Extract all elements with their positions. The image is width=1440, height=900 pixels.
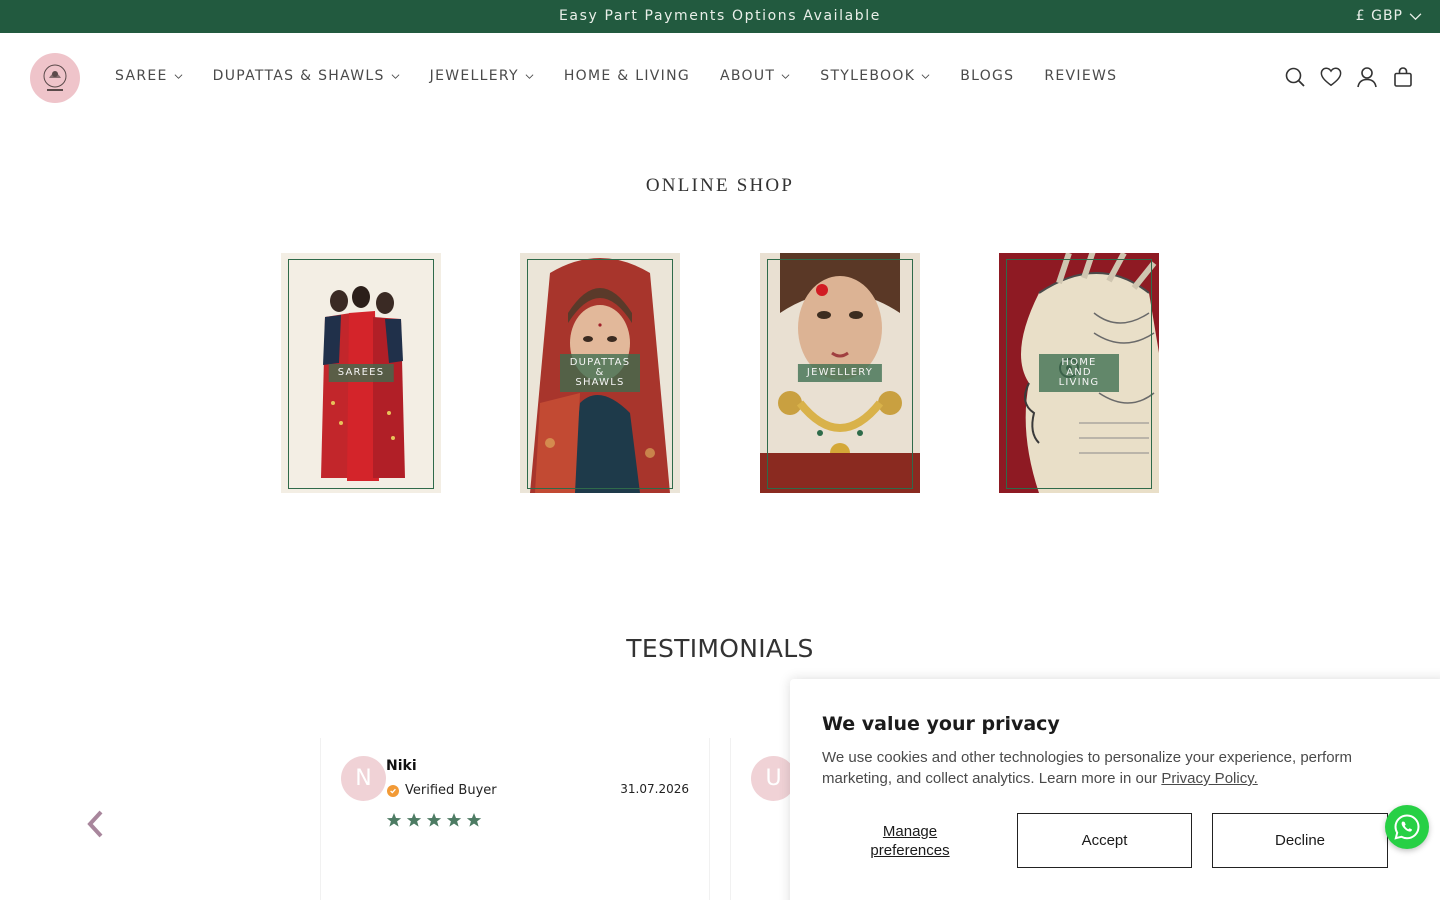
cookie-consent-panel: We value your privacy We use cookies and… — [790, 679, 1440, 900]
tile-label: SAREES — [328, 364, 394, 382]
whatsapp-chat-button[interactable] — [1385, 805, 1429, 849]
testimonials-title: TESTIMONIALS — [626, 634, 814, 663]
chevron-down-icon — [391, 73, 400, 79]
nav-item-label: ABOUT — [720, 68, 776, 84]
category-tile-jewellery[interactable]: JEWELLERY — [760, 253, 920, 493]
nav-item-dupattas-shawls[interactable]: DUPATTAS & SHAWLS — [213, 68, 400, 84]
nav-item-label: JEWELLERY — [429, 68, 519, 84]
chevron-down-icon — [781, 73, 790, 79]
account-icon[interactable] — [1356, 66, 1378, 88]
nav-item-label: HOME & LIVING — [563, 68, 690, 84]
nav-item-home-living[interactable]: HOME & LIVING — [564, 68, 690, 84]
nav-item-stylebook[interactable]: STYLEBOOK — [820, 68, 930, 84]
nav-item-about[interactable]: ABOUT — [720, 68, 790, 84]
category-tile-dupattas-shawls[interactable]: DUPATTAS & SHAWLS — [520, 253, 680, 493]
tile-label: DUPATTAS & SHAWLS — [560, 354, 640, 392]
star-icon — [446, 813, 462, 827]
star-icon — [466, 813, 482, 827]
verified-badge: Verified Buyer — [387, 783, 497, 798]
brand-logo[interactable] — [30, 53, 80, 103]
star-icon — [406, 813, 422, 827]
heart-icon[interactable] — [1320, 66, 1342, 88]
tile-label: JEWELLERY — [797, 364, 883, 382]
chevron-down-icon — [921, 73, 930, 79]
nav-item-label: STYLEBOOK — [820, 68, 916, 84]
nav-item-label: BLOGS — [960, 68, 1015, 84]
announcement-bar: Easy Part Payments Options Available £ G… — [0, 0, 1440, 33]
currency-label: £ GBP — [1355, 8, 1403, 24]
whatsapp-icon — [1394, 814, 1420, 840]
category-tile-home-living[interactable]: HOME AND LIVING — [999, 253, 1159, 493]
category-tile-sarees[interactable]: SAREES — [281, 253, 441, 493]
cookie-body: We use cookies and other technologies to… — [822, 747, 1362, 789]
announcement-text: Easy Part Payments Options Available — [558, 8, 881, 24]
site-header: SAREE DUPATTAS & SHAWLS JEWELLERY HOME &… — [0, 33, 1440, 123]
cookie-body-text: We use cookies and other technologies to… — [822, 749, 1353, 787]
bag-icon[interactable] — [1392, 66, 1414, 88]
reviewer-name: Niki — [386, 758, 417, 774]
nav-item-label: REVIEWS — [1044, 68, 1118, 84]
review-date: 31.07.2026 — [620, 782, 689, 796]
manage-preferences-link[interactable]: Manage preferences — [850, 822, 970, 860]
nav-item-reviews[interactable]: REVIEWS — [1044, 68, 1117, 84]
main-nav: SAREE DUPATTAS & SHAWLS JEWELLERY HOME &… — [115, 68, 1147, 84]
chevron-down-icon — [1409, 12, 1422, 20]
nav-item-blogs[interactable]: BLOGS — [960, 68, 1014, 84]
avatar: N — [341, 756, 386, 801]
cookie-title: We value your privacy — [822, 713, 1060, 735]
testimonial-card: N Niki Verified Buyer 31.07.2026 — [320, 738, 710, 900]
star-rating — [386, 812, 482, 828]
chevron-left-icon — [87, 810, 103, 838]
carousel-prev-button[interactable] — [84, 808, 108, 840]
currency-selector[interactable]: £ GBP — [1356, 8, 1422, 24]
check-icon — [387, 784, 399, 797]
star-icon — [426, 813, 442, 827]
verified-label: Verified Buyer — [405, 783, 497, 798]
privacy-policy-link[interactable]: Privacy Policy. — [1161, 770, 1257, 787]
nav-item-label: SAREE — [115, 68, 168, 84]
nav-item-jewellery[interactable]: JEWELLERY — [430, 68, 534, 84]
star-icon — [386, 813, 402, 827]
chevron-down-icon — [174, 73, 183, 79]
logo-emblem-icon — [43, 64, 67, 91]
header-icons — [1284, 66, 1414, 88]
tile-label: HOME AND LIVING — [1039, 354, 1119, 392]
decline-button[interactable]: Decline — [1212, 813, 1388, 868]
online-shop-title: ONLINE SHOP — [645, 175, 795, 196]
chevron-down-icon — [525, 73, 534, 79]
nav-item-label: DUPATTAS & SHAWLS — [212, 68, 385, 84]
accept-button[interactable]: Accept — [1017, 813, 1192, 868]
search-icon[interactable] — [1284, 66, 1306, 88]
nav-item-saree[interactable]: SAREE — [115, 68, 183, 84]
